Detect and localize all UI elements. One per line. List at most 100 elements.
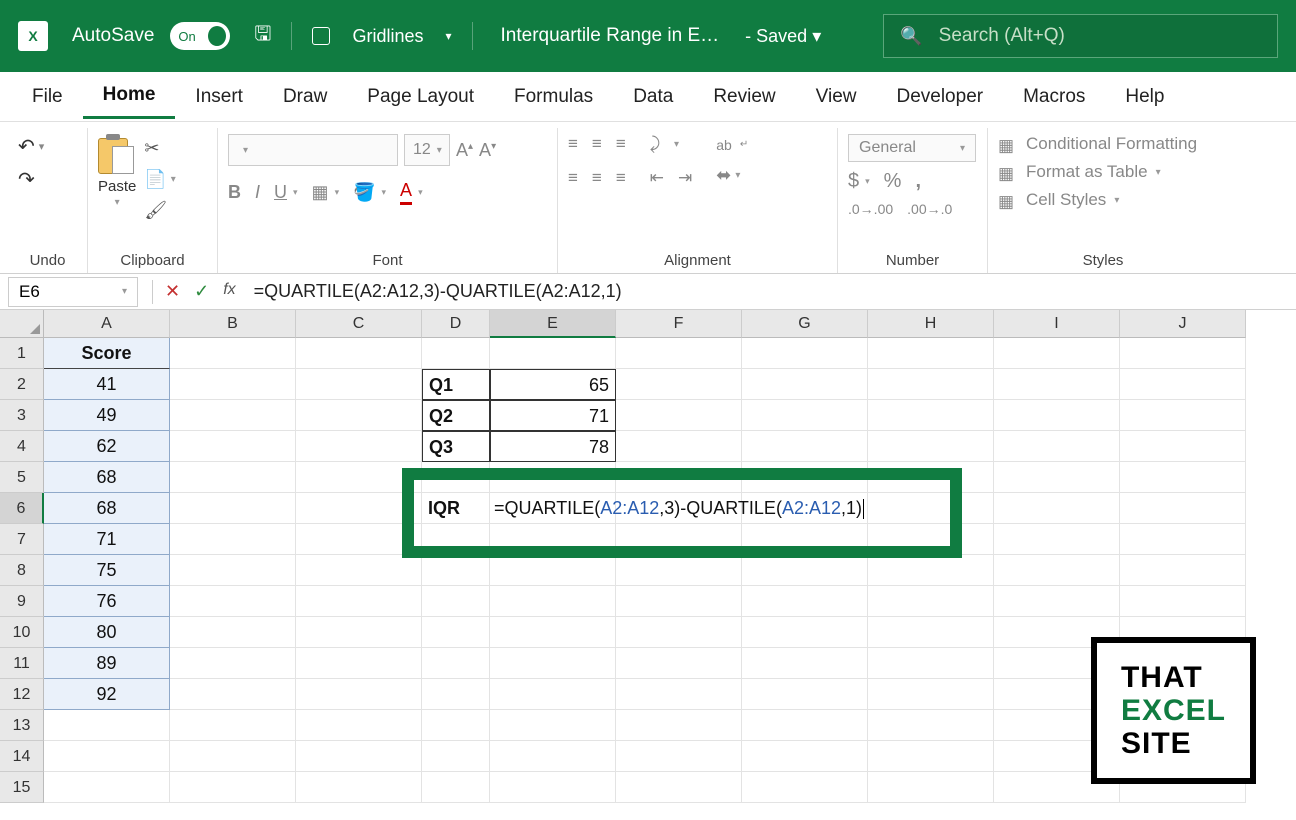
cell-B13[interactable] <box>170 710 296 741</box>
row-header-7[interactable]: 7 <box>0 524 44 555</box>
row-header-4[interactable]: 4 <box>0 431 44 462</box>
orientation-icon[interactable]: ⤸ <box>650 134 660 154</box>
row-header-9[interactable]: 9 <box>0 586 44 617</box>
cell-E14[interactable] <box>490 741 616 772</box>
column-header-I[interactable]: I <box>994 310 1120 338</box>
cell-A3[interactable]: 49 <box>44 400 170 431</box>
cell-B3[interactable] <box>170 400 296 431</box>
cell-G4[interactable] <box>742 431 868 462</box>
cell-I3[interactable] <box>994 400 1120 431</box>
row-header-1[interactable]: 1 <box>0 338 44 369</box>
cell-D4[interactable]: Q3 <box>422 431 490 462</box>
row-header-8[interactable]: 8 <box>0 555 44 586</box>
cell-B12[interactable] <box>170 679 296 710</box>
cell-B4[interactable] <box>170 431 296 462</box>
cell-H10[interactable] <box>868 617 994 648</box>
cell-D2[interactable]: Q1 <box>422 369 490 400</box>
cell-E12[interactable] <box>490 679 616 710</box>
cell-B7[interactable] <box>170 524 296 555</box>
decrease-font-icon[interactable]: A▾ <box>479 140 496 161</box>
name-box[interactable]: E6▾ <box>8 277 138 307</box>
cell-F4[interactable] <box>616 431 742 462</box>
cell-F13[interactable] <box>616 710 742 741</box>
align-center-icon[interactable]: ≡ <box>592 168 602 188</box>
cell-B2[interactable] <box>170 369 296 400</box>
fill-color-button[interactable]: 🪣 <box>353 182 375 203</box>
row-header-12[interactable]: 12 <box>0 679 44 710</box>
align-bottom-icon[interactable]: ≡ <box>616 134 626 154</box>
chevron-down-icon[interactable]: ▾ <box>39 140 45 153</box>
cell-B8[interactable] <box>170 555 296 586</box>
cell-E3[interactable]: 71 <box>490 400 616 431</box>
tab-view[interactable]: View <box>796 76 877 118</box>
cell-J7[interactable] <box>1120 524 1246 555</box>
cell-C10[interactable] <box>296 617 422 648</box>
cell-I1[interactable] <box>994 338 1120 369</box>
currency-icon[interactable]: $ <box>848 170 859 193</box>
cell-A5[interactable]: 68 <box>44 462 170 493</box>
cell-B9[interactable] <box>170 586 296 617</box>
cell-B5[interactable] <box>170 462 296 493</box>
percent-icon[interactable]: % <box>884 170 902 193</box>
cell-G8[interactable] <box>742 555 868 586</box>
cell-G14[interactable] <box>742 741 868 772</box>
font-color-button[interactable]: A <box>400 180 412 205</box>
gridlines-dropdown-icon[interactable]: ▾ <box>445 29 451 43</box>
autosave-toggle[interactable]: On <box>170 22 230 50</box>
increase-indent-icon[interactable]: ⇥ <box>678 168 692 188</box>
italic-button[interactable]: I <box>255 182 260 203</box>
cell-A1[interactable]: Score <box>44 338 170 369</box>
cell-C12[interactable] <box>296 679 422 710</box>
increase-decimal-icon[interactable]: .0→.00 <box>848 201 893 217</box>
row-header-2[interactable]: 2 <box>0 369 44 400</box>
cell-F9[interactable] <box>616 586 742 617</box>
tab-macros[interactable]: Macros <box>1003 76 1105 118</box>
redo-button[interactable]: ↷ <box>18 167 44 192</box>
search-box[interactable]: 🔍 Search (Alt+Q) <box>883 14 1278 58</box>
column-header-H[interactable]: H <box>868 310 994 338</box>
cell-C9[interactable] <box>296 586 422 617</box>
cell-E2[interactable]: 65 <box>490 369 616 400</box>
bold-button[interactable]: B <box>228 182 241 203</box>
tab-home[interactable]: Home <box>83 74 176 119</box>
cell-F15[interactable] <box>616 772 742 803</box>
cell-J2[interactable] <box>1120 369 1246 400</box>
cell-D8[interactable] <box>422 555 490 586</box>
row-header-3[interactable]: 3 <box>0 400 44 431</box>
format-painter-button[interactable]: 🖌 <box>144 200 175 221</box>
decrease-indent-icon[interactable]: ⇤ <box>650 168 664 188</box>
tab-draw[interactable]: Draw <box>263 76 347 118</box>
cell-J1[interactable] <box>1120 338 1246 369</box>
undo-button[interactable]: ↶ ▾ <box>18 134 44 159</box>
number-format-select[interactable]: General▾ <box>848 134 976 162</box>
enter-icon[interactable]: ✓ <box>194 281 209 302</box>
cell-B11[interactable] <box>170 648 296 679</box>
column-header-F[interactable]: F <box>616 310 742 338</box>
cell-F3[interactable] <box>616 400 742 431</box>
cell-I2[interactable] <box>994 369 1120 400</box>
column-header-G[interactable]: G <box>742 310 868 338</box>
cancel-icon[interactable]: ✕ <box>165 281 180 302</box>
row-header-13[interactable]: 13 <box>0 710 44 741</box>
cell-A14[interactable] <box>44 741 170 772</box>
cell-A11[interactable]: 89 <box>44 648 170 679</box>
tab-data[interactable]: Data <box>613 76 693 118</box>
cell-A12[interactable]: 92 <box>44 679 170 710</box>
cell-H15[interactable] <box>868 772 994 803</box>
cell-A10[interactable]: 80 <box>44 617 170 648</box>
cell-H2[interactable] <box>868 369 994 400</box>
paste-button[interactable]: Paste ▾ <box>98 134 136 208</box>
cell-H14[interactable] <box>868 741 994 772</box>
row-header-6[interactable]: 6 <box>0 493 44 524</box>
format-as-table-button[interactable]: ▦Format as Table ▾ <box>998 162 1161 182</box>
cell-G15[interactable] <box>742 772 868 803</box>
gridlines-checkbox[interactable] <box>312 27 330 45</box>
cell-H9[interactable] <box>868 586 994 617</box>
cell-D15[interactable] <box>422 772 490 803</box>
saved-status[interactable]: - Saved ▾ <box>745 26 821 47</box>
tab-insert[interactable]: Insert <box>175 76 263 118</box>
cell-J3[interactable] <box>1120 400 1246 431</box>
cell-J5[interactable] <box>1120 462 1246 493</box>
column-header-C[interactable]: C <box>296 310 422 338</box>
row-header-10[interactable]: 10 <box>0 617 44 648</box>
